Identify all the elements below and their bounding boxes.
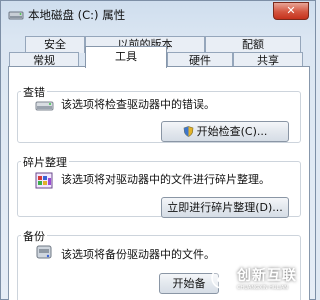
title-bar[interactable]: 本地磁盘 (C:) 属性 ✕ <box>1 1 315 29</box>
start-check-label: 开始检查(C)... <box>196 125 268 138</box>
defrag-icon <box>35 172 53 189</box>
start-backup-button[interactable]: 开始备 <box>159 273 219 294</box>
defrag-now-button[interactable]: 立即进行碎片整理(D)... <box>161 197 289 218</box>
backup-description: 该选项将备份驱动器中的文件。 <box>61 248 215 261</box>
watermark-logo: 创新互联 CHUANGXIN HULIAN <box>211 261 311 295</box>
backup-icon <box>36 245 52 259</box>
watermark-icon <box>211 267 233 289</box>
tab-security[interactable]: 安全 <box>25 36 85 53</box>
close-button[interactable]: ✕ <box>273 2 309 20</box>
tab-tools[interactable]: 工具 <box>85 46 167 68</box>
properties-window: 本地磁盘 (C:) 属性 ✕ 安全 以前的版本 配额 常规 工具 硬件 共享 查… <box>0 0 316 300</box>
drive-check-icon <box>35 101 54 111</box>
shield-icon <box>183 126 193 137</box>
watermark-subtext: CHUANGXIN HULIAN <box>237 285 289 291</box>
watermark-text: 创新互联 <box>237 268 297 284</box>
check-description: 该选项将检查驱动器中的错误。 <box>61 98 215 111</box>
defrag-description: 该选项将对驱动器中的文件进行碎片整理。 <box>61 173 270 186</box>
check-group-label: 查错 <box>21 84 47 100</box>
drive-icon <box>8 11 24 20</box>
defrag-group-label: 碎片整理 <box>21 154 69 170</box>
backup-group-label: 备份 <box>21 228 47 244</box>
window-title: 本地磁盘 (C:) 属性 <box>28 8 126 22</box>
start-check-button[interactable]: 开始检查(C)... <box>161 121 289 142</box>
tab-quota[interactable]: 配额 <box>205 36 301 53</box>
